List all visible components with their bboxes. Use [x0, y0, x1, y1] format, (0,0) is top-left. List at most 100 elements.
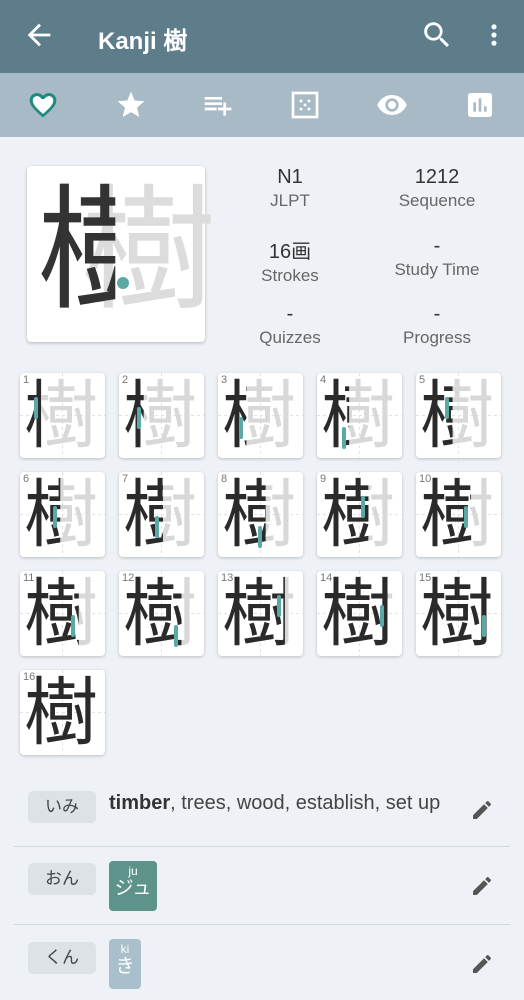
kun-kana: き: [115, 956, 135, 977]
meaning-text: timber, trees, wood, establish, set up: [109, 790, 449, 816]
stroke-step-cell[interactable]: 樹樹 16: [20, 670, 105, 755]
stroke-step-cell[interactable]: 樹樹7: [119, 472, 204, 557]
action-toolbar: [0, 73, 524, 137]
stat-quizzes: - Quizzes: [215, 303, 365, 348]
current-stroke-highlight: [258, 526, 262, 548]
stat-label: Sequence: [398, 191, 476, 210]
current-stroke-highlight: [463, 506, 468, 528]
stat-strokes: 16画 Strokes: [215, 235, 365, 286]
stroke-number: 12: [122, 572, 135, 584]
current-stroke-highlight: [155, 516, 160, 538]
kun-reading-tag[interactable]: ki き: [109, 939, 141, 989]
stroke-number: 3: [221, 374, 228, 386]
edit-icon[interactable]: [470, 952, 494, 976]
stroke-step-cell[interactable]: 樹樹2: [119, 373, 204, 458]
stroke-step-cell[interactable]: 樹樹6: [20, 472, 105, 557]
meaning-row: いみ timber, trees, wood, establish, set u…: [14, 776, 510, 847]
more-options-icon[interactable]: [480, 18, 508, 52]
stroke-step-cell[interactable]: 樹樹 15: [416, 571, 501, 656]
stat-value: -: [433, 235, 441, 257]
stroke-step-cell[interactable]: 樹樹8: [218, 472, 303, 557]
on-chip: おん: [28, 863, 96, 895]
stroke-step-cell[interactable]: 樹樹 10: [416, 472, 501, 557]
stroke-step-cell[interactable]: 樹樹9: [317, 472, 402, 557]
kun-reading-row: くん ki き: [14, 925, 510, 1000]
app-bar: Kanji 樹: [0, 0, 524, 73]
current-stroke-highlight: [71, 615, 76, 637]
stat-progress: - Progress: [362, 303, 512, 348]
stat-label: Progress: [402, 328, 472, 347]
stroke-number: 7: [122, 473, 129, 485]
stroke-number: 14: [320, 572, 333, 584]
stroke-number: 16: [23, 671, 36, 683]
chart-icon[interactable]: [464, 89, 496, 121]
stat-label: Study Time: [394, 260, 480, 279]
current-stroke-highlight: [342, 427, 346, 449]
current-stroke-highlight: [444, 397, 449, 419]
stroke-number: 2: [122, 374, 129, 386]
stat-study-time: - Study Time: [362, 235, 512, 280]
heart-icon[interactable]: [27, 89, 59, 121]
kanji-display-card[interactable]: 樹 樹: [27, 166, 216, 342]
stroke-step-cell[interactable]: 樹樹 13: [218, 571, 303, 656]
stroke-number: 5: [419, 374, 426, 386]
stroke-number: 4: [320, 374, 327, 386]
stat-value: 16画: [268, 241, 312, 263]
drawn-strokes: 樹: [24, 670, 98, 755]
stroke-number: 15: [419, 572, 432, 584]
stroke-number: 9: [320, 473, 327, 485]
stat-jlpt: N1 JLPT: [215, 166, 365, 211]
stroke-number: 8: [221, 473, 228, 485]
stroke-step-cell[interactable]: 樹樹5: [416, 373, 501, 458]
on-reading-tag[interactable]: ju ジュ: [109, 861, 157, 911]
stat-sequence: 1212 Sequence: [362, 166, 512, 211]
stat-value: 1212: [414, 166, 460, 188]
stat-label: Strokes: [261, 266, 319, 285]
search-icon[interactable]: [420, 18, 454, 52]
other-meanings: , trees, wood, establish, set up: [170, 792, 441, 814]
current-stroke-highlight: [379, 605, 384, 627]
stroke-step-cell[interactable]: 樹樹1: [20, 373, 105, 458]
on-reading-row: おん ju ジュ: [14, 847, 510, 925]
drawn-strokes: 樹: [420, 571, 494, 656]
star-icon[interactable]: [115, 89, 147, 121]
stat-value: N1: [277, 166, 303, 188]
stroke-step-cell[interactable]: 樹樹3: [218, 373, 303, 458]
stroke-step-cell[interactable]: 樹樹 12: [119, 571, 204, 656]
grid-icon[interactable]: [289, 89, 321, 121]
current-stroke-highlight: [482, 615, 487, 637]
stat-value: -: [286, 303, 294, 325]
stroke-number: 13: [221, 572, 234, 584]
stroke-number: 11: [23, 572, 35, 584]
stat-value: -: [433, 303, 441, 325]
eye-icon[interactable]: [376, 89, 408, 121]
current-stroke-highlight: [276, 595, 281, 617]
meaning-chip: いみ: [28, 791, 96, 823]
stroke-step-cell[interactable]: 樹樹 11: [20, 571, 105, 656]
stat-label: Quizzes: [259, 328, 321, 347]
current-stroke-highlight: [33, 397, 38, 419]
current-stroke-highlight: [239, 417, 244, 439]
stroke-number: 1: [23, 374, 30, 386]
on-kana: ジュ: [114, 878, 152, 899]
current-stroke-highlight: [52, 506, 57, 528]
stroke-number: 10: [419, 473, 432, 485]
current-stroke-highlight: [136, 407, 141, 429]
stroke-step-cell[interactable]: 樹樹4: [317, 373, 402, 458]
edit-icon[interactable]: [470, 874, 494, 898]
kun-romaji: ki: [120, 942, 130, 956]
current-stroke-highlight: [174, 625, 178, 647]
current-stroke-highlight: [360, 496, 365, 518]
back-arrow-icon[interactable]: [22, 18, 56, 52]
page-title: Kanji 樹: [98, 28, 188, 55]
add-to-list-icon[interactable]: [202, 89, 234, 121]
primary-meaning: timber: [109, 792, 171, 814]
stroke-start-dot: [117, 277, 129, 289]
stroke-step-cell[interactable]: 樹樹 14: [317, 571, 402, 656]
stat-label: JLPT: [270, 191, 310, 210]
edit-icon[interactable]: [470, 798, 494, 822]
drawn-strokes: 樹: [321, 571, 395, 656]
kun-chip: くん: [28, 942, 96, 974]
stroke-number: 6: [23, 473, 30, 485]
on-romaji: ju: [128, 864, 138, 878]
